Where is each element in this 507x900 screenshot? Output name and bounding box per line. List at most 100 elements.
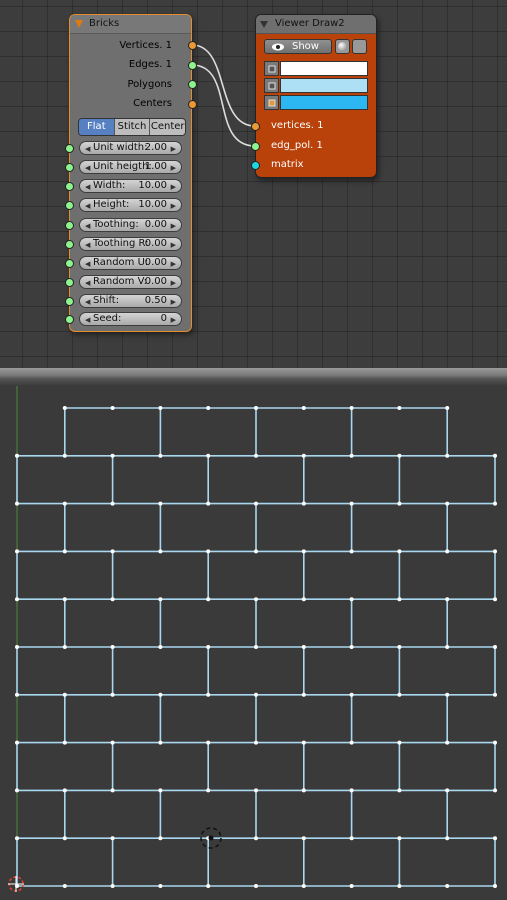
mesh-vertex	[158, 549, 163, 554]
mesh-vertex	[206, 740, 211, 745]
increment-arrow-icon[interactable]: ▶	[171, 314, 176, 326]
sphere-icon	[338, 42, 347, 51]
socket-toothing-in[interactable]	[65, 221, 74, 230]
3d-viewport[interactable]	[0, 386, 507, 900]
socket-matrix-in[interactable]	[251, 161, 260, 170]
toothing-field[interactable]: ◀ Toothing: 0.00 ▶	[79, 218, 182, 232]
mesh-vertex	[349, 597, 354, 602]
viewer-node-header[interactable]: Viewer Draw2	[256, 15, 376, 34]
unit-height-field[interactable]: ◀ Unit heigth: 1.00 ▶	[79, 160, 182, 174]
socket-polygons-out[interactable]	[188, 80, 197, 89]
random-u-field[interactable]: ◀ Random U: 0.00 ▶	[79, 256, 182, 270]
increment-arrow-icon[interactable]: ▶	[171, 143, 176, 155]
socket-width-in[interactable]	[65, 182, 74, 191]
bricks-node-header[interactable]: Bricks	[70, 15, 191, 34]
socket-edg-pol-in[interactable]	[251, 142, 260, 151]
socket-unit-height-in[interactable]	[65, 163, 74, 172]
collapse-triangle-icon[interactable]	[75, 20, 83, 28]
socket-shift-in[interactable]	[65, 297, 74, 306]
mode-flat-button[interactable]: Flat	[79, 119, 115, 135]
display-option-button[interactable]	[352, 39, 367, 54]
socket-height-in[interactable]	[65, 201, 74, 210]
mesh-vertex	[445, 453, 450, 458]
decrement-arrow-icon[interactable]: ◀	[85, 200, 90, 212]
node-editor[interactable]: Bricks Vertices. 1 Edges. 1 Polygons Cen…	[0, 0, 507, 368]
decrement-arrow-icon[interactable]: ◀	[85, 239, 90, 251]
socket-vertices-out[interactable]	[188, 41, 197, 50]
socket-centers-out[interactable]	[188, 100, 197, 109]
mesh-vertex	[206, 406, 211, 410]
mesh-vertex	[15, 788, 19, 793]
socket-toothing-r-in[interactable]	[65, 240, 74, 249]
toothing-r-field[interactable]: ◀ Toothing R: 0.00 ▶	[79, 237, 182, 251]
socket-unit-width-in[interactable]	[65, 144, 74, 153]
face-mode-icon[interactable]	[264, 95, 279, 110]
decrement-arrow-icon[interactable]: ◀	[85, 277, 90, 289]
field-label: Random V:	[93, 276, 147, 287]
bricks-node[interactable]: Bricks Vertices. 1 Edges. 1 Polygons Cen…	[65, 14, 197, 332]
mesh-vertex	[206, 597, 211, 602]
socket-random-v-in[interactable]	[65, 278, 74, 287]
mesh-vertex	[254, 406, 258, 410]
shift-field[interactable]: ◀ Shift: 0.50 ▶	[79, 294, 182, 308]
shading-sphere-button[interactable]	[335, 39, 350, 54]
mesh-vertex	[62, 645, 67, 649]
decrement-arrow-icon[interactable]: ◀	[85, 162, 90, 174]
increment-arrow-icon[interactable]: ▶	[171, 181, 176, 193]
decrement-arrow-icon[interactable]: ◀	[85, 220, 90, 232]
mesh-vertex	[110, 406, 115, 410]
socket-vertices-in[interactable]	[251, 122, 260, 131]
area-splitter[interactable]	[0, 368, 507, 386]
mode-stitch-button[interactable]: Stitch	[114, 119, 151, 135]
decrement-arrow-icon[interactable]: ◀	[85, 143, 90, 155]
face-color-swatch[interactable]	[280, 95, 368, 110]
decrement-arrow-icon[interactable]: ◀	[85, 181, 90, 193]
mode-center-button[interactable]: Center	[150, 119, 185, 135]
increment-arrow-icon[interactable]: ▶	[171, 220, 176, 232]
socket-seed-in[interactable]	[65, 315, 74, 324]
field-value: 1.00	[144, 161, 167, 172]
mesh-vertex	[493, 788, 497, 793]
mesh-vertex	[397, 597, 402, 602]
mesh-vertex	[397, 549, 402, 554]
width-field[interactable]: ◀ Width: 10.00 ▶	[79, 179, 182, 193]
mesh-vertex	[62, 453, 67, 458]
increment-arrow-icon[interactable]: ▶	[171, 277, 176, 289]
increment-arrow-icon[interactable]: ▶	[171, 239, 176, 251]
edge-color-swatch[interactable]	[280, 78, 368, 93]
height-field[interactable]: ◀ Height: 10.00 ▶	[79, 198, 182, 212]
mesh-vertex	[397, 501, 402, 506]
edge-mode-icon[interactable]	[264, 78, 279, 93]
mesh-vertex	[349, 740, 354, 745]
mesh-vertex	[301, 645, 306, 649]
vertex-mode-icon[interactable]	[264, 61, 279, 76]
increment-arrow-icon[interactable]: ▶	[171, 258, 176, 270]
mesh-vertex	[397, 406, 402, 410]
decrement-arrow-icon[interactable]: ◀	[85, 314, 90, 326]
vertex-color-swatch[interactable]	[280, 61, 368, 76]
mesh-vertex	[397, 884, 402, 888]
unit-width-field[interactable]: ◀ Unit width: 2.00 ▶	[79, 141, 182, 155]
collapse-triangle-icon[interactable]	[260, 21, 268, 28]
seed-field[interactable]: ◀ Seed: 0 ▶	[79, 312, 182, 326]
decrement-arrow-icon[interactable]: ◀	[85, 258, 90, 270]
mesh-vertex	[349, 453, 354, 458]
mesh-vertex	[62, 406, 67, 410]
decrement-arrow-icon[interactable]: ◀	[85, 296, 90, 308]
mesh-vertex	[397, 788, 402, 793]
increment-arrow-icon[interactable]: ▶	[171, 162, 176, 174]
output-centers-label: Centers	[133, 98, 172, 109]
mesh-vertex	[493, 645, 497, 649]
field-label: Random U:	[93, 257, 149, 268]
mesh-vertex	[206, 453, 211, 458]
socket-random-u-in[interactable]	[65, 259, 74, 268]
mesh-vertex	[397, 740, 402, 745]
mesh-vertex	[445, 740, 450, 745]
increment-arrow-icon[interactable]: ▶	[171, 296, 176, 308]
brick-mesh	[8, 386, 497, 892]
viewer-draw-node[interactable]: Viewer Draw2 Show vertices. 1 edg_pol. 1…	[251, 14, 377, 178]
socket-edges-out[interactable]	[188, 61, 197, 70]
show-toggle-button[interactable]: Show	[264, 39, 332, 54]
random-v-field[interactable]: ◀ Random V: 0.00 ▶	[79, 275, 182, 289]
increment-arrow-icon[interactable]: ▶	[171, 200, 176, 212]
